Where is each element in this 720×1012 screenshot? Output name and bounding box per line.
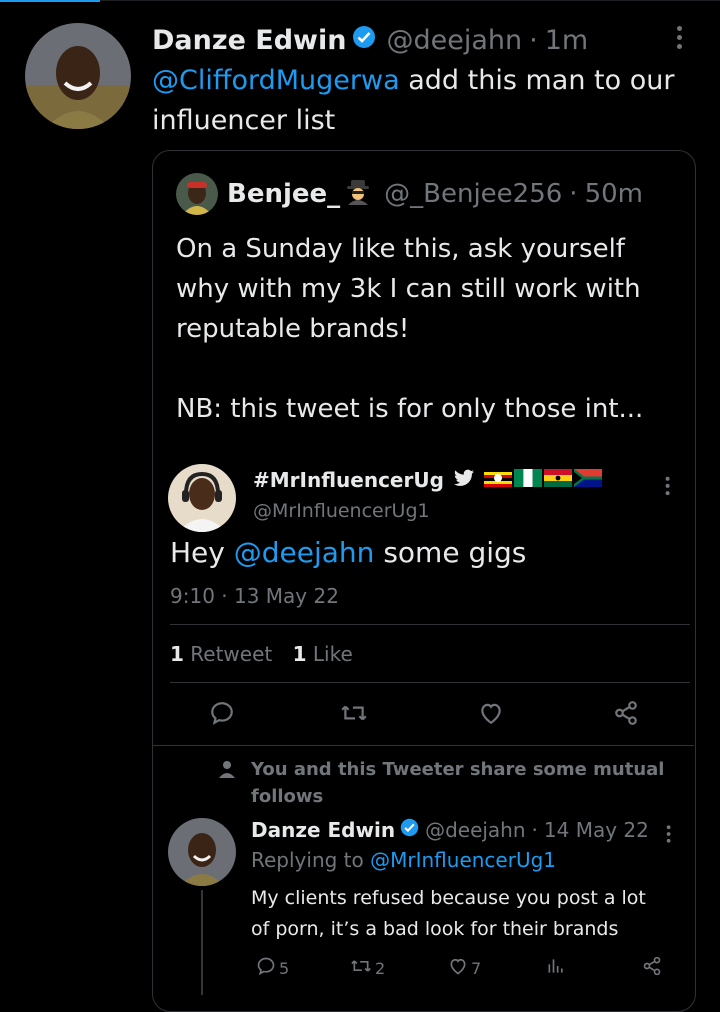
like-action[interactable]: 7 — [448, 956, 481, 980]
reply-action[interactable]: 5 — [256, 956, 289, 980]
notice-line: You and this Tweeter share some mutual — [251, 759, 665, 780]
nigeria-flag-icon — [513, 468, 542, 492]
main-tweet-header: Danze Edwin @deejahn · 1m — [152, 22, 588, 58]
reply-icon — [256, 956, 276, 980]
embedded-timestamp[interactable]: 9:10 · 13 May 22 — [170, 584, 339, 608]
retweet-label[interactable]: Retweet — [184, 642, 272, 666]
author-handle[interactable]: @deejahn — [425, 818, 525, 842]
verified-badge-icon — [352, 25, 376, 56]
top-divider — [0, 0, 720, 1]
tab-indicator — [0, 0, 100, 2]
author-handle[interactable]: @deejahn — [386, 25, 522, 56]
uganda-flag-icon — [483, 468, 512, 492]
author-handle[interactable]: @_Benjee256 — [384, 179, 562, 209]
author-name[interactable]: Danze Edwin — [152, 25, 346, 56]
replying-to: Replying to @MrInfluencerUg1 — [251, 848, 556, 872]
replying-prefix: Replying to — [251, 848, 371, 872]
notice-line: follows — [251, 786, 324, 807]
tweet-time[interactable]: 50m — [585, 179, 643, 209]
text-line: of porn, it’s a bad look for their brand… — [251, 918, 619, 940]
text-segment: some gigs — [374, 536, 527, 569]
person-icon — [218, 760, 236, 782]
text-line: NB: this tweet is for only those int... — [176, 394, 644, 424]
mention-link[interactable]: @MrInfluencerUg1 — [370, 848, 556, 872]
retweet-count: 2 — [375, 958, 386, 978]
avatar-mrinfluencerug[interactable] — [168, 464, 236, 532]
divider — [170, 624, 690, 625]
embedded-author-handle[interactable]: @MrInfluencerUg1 — [253, 500, 430, 522]
separator: · — [531, 818, 538, 842]
author-name[interactable]: Danze Edwin — [251, 818, 395, 842]
author-name[interactable]: Benjee_ — [227, 179, 340, 209]
separator: · — [529, 24, 538, 56]
text-line: why with my 3k I can still work with — [176, 274, 641, 304]
south-africa-flag-icon — [573, 468, 602, 492]
engagement-stats: 1 Retweet 1 Like — [170, 642, 353, 666]
embedded-tweet-header: #MrInfluencerUg — [253, 465, 602, 495]
avatar-danze-edwin[interactable] — [25, 23, 131, 129]
share-icon[interactable] — [642, 956, 662, 976]
retweet-action[interactable]: 2 — [350, 956, 385, 980]
text-line: reputable brands! — [176, 314, 410, 344]
embedded-tweet-text: Hey @deejahn some gigs — [170, 536, 526, 569]
tweet-date[interactable]: 14 May 22 — [544, 818, 649, 842]
retweet-icon — [350, 956, 372, 980]
thread-line — [201, 890, 203, 995]
mention-link[interactable]: @CliffordMugerwa — [152, 65, 400, 96]
separator: · — [569, 179, 578, 209]
like-count[interactable]: 1 — [293, 642, 307, 666]
like-icon[interactable] — [478, 700, 504, 726]
quoted-tweet-header: Benjee_ @_Benjee256 · 50m — [227, 177, 643, 211]
more-options-icon[interactable] — [665, 476, 671, 499]
retweet-count[interactable]: 1 — [170, 642, 184, 666]
mention-link[interactable]: @deejahn — [234, 536, 375, 569]
reply-count: 5 — [279, 958, 290, 978]
text-segment: Hey — [170, 536, 234, 569]
more-options-icon[interactable] — [666, 825, 672, 845]
text-line: influencer list — [152, 105, 336, 136]
text-line: My clients refused because you post a lo… — [251, 887, 646, 909]
main-tweet-text: @CliffordMugerwa add this man to our inf… — [152, 61, 674, 141]
divider — [170, 682, 690, 683]
text-line: On a Sunday like this, ask yourself — [176, 234, 625, 264]
spy-emoji-icon — [344, 177, 372, 212]
text-line: add this man to our — [399, 65, 675, 96]
quoted-tweet-text: On a Sunday like this, ask yourself why … — [176, 229, 643, 429]
retweet-icon[interactable] — [340, 700, 368, 726]
reply-tweet-text: My clients refused because you post a lo… — [251, 883, 646, 945]
more-options-icon[interactable] — [677, 26, 683, 53]
twitter-bird-icon — [453, 468, 474, 492]
ghana-flag-icon — [543, 468, 572, 492]
like-icon — [448, 956, 468, 980]
author-name[interactable]: #MrInfluencerUg — [253, 468, 444, 492]
avatar-benjee[interactable] — [176, 173, 218, 215]
reply-tweet-header: Danze Edwin @deejahn · 14 May 22 — [251, 816, 649, 844]
analytics-icon[interactable] — [546, 956, 566, 976]
divider — [152, 745, 694, 746]
like-label[interactable]: Like — [307, 642, 353, 666]
verified-badge-icon — [400, 818, 419, 842]
mutual-follows-notice: You and this Tweeter share some mutual f… — [251, 756, 664, 810]
avatar-danze-edwin[interactable] — [168, 818, 236, 886]
like-count: 7 — [471, 958, 482, 978]
tweet-time[interactable]: 1m — [545, 25, 588, 56]
reply-icon[interactable] — [209, 700, 235, 726]
share-icon[interactable] — [613, 700, 639, 726]
